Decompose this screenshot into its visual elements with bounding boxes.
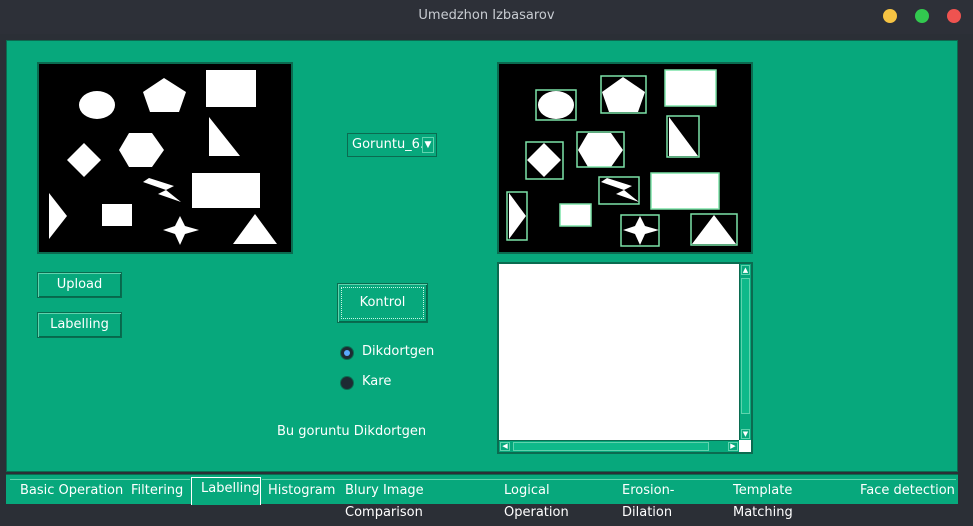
chevron-down-icon[interactable]: ▼ — [422, 137, 434, 153]
radio-kare-indicator[interactable] — [340, 376, 354, 390]
scroll-down-icon[interactable]: ▼ — [741, 429, 750, 439]
tab-face-detection[interactable]: Face detection — [852, 479, 956, 505]
radio-dikdortgen[interactable]: Dikdortgen — [340, 344, 470, 362]
labelled-image — [497, 62, 753, 254]
tab-blury-image-comparison[interactable]: Blury Image Comparison — [339, 479, 496, 520]
tab-histogram[interactable]: Histogram — [262, 479, 340, 505]
radio-kare[interactable]: Kare — [340, 374, 470, 392]
scroll-up-icon[interactable]: ▲ — [741, 265, 750, 275]
window-titlebar: Umedzhon Izbasarov — [0, 0, 973, 34]
tab-basic-operation[interactable]: Basic Operation — [10, 479, 125, 505]
horizontal-scrollbar[interactable]: ◀ ▶ — [499, 440, 739, 452]
scroll-left-icon[interactable]: ◀ — [500, 442, 510, 451]
radio-dikdortgen-label: Dikdortgen — [362, 344, 435, 359]
image-select-value: Goruntu_6. — [352, 137, 425, 152]
tab-template-matching[interactable]: Template Matching — [724, 479, 852, 520]
tab-filtering[interactable]: Filtering — [124, 479, 190, 505]
tab-bar: Basic Operation Filtering Labelling Hist… — [6, 474, 958, 520]
vertical-scroll-thumb[interactable] — [741, 278, 750, 414]
vertical-scrollbar[interactable]: ▲ ▼ — [739, 264, 751, 440]
image-select[interactable]: Goruntu_6. ▼ — [347, 133, 437, 157]
tab-logical-operation[interactable]: Logical Operation — [496, 479, 615, 520]
close-icon[interactable] — [947, 9, 961, 23]
tab-erosion-dilation[interactable]: Erosion-Dilation — [615, 479, 724, 520]
horizontal-scroll-thumb[interactable] — [513, 442, 709, 451]
labelled-shapes — [506, 69, 738, 247]
original-shapes — [49, 70, 277, 245]
upload-button[interactable]: Upload — [37, 272, 122, 298]
original-image — [37, 62, 293, 254]
radio-dikdortgen-indicator[interactable] — [340, 346, 354, 360]
window-title: Umedzhon Izbasarov — [418, 8, 555, 23]
scroll-right-icon[interactable]: ▶ — [728, 442, 738, 451]
output-textarea[interactable]: ▲ ▼ ◀ ▶ — [497, 262, 753, 454]
result-text: Bu goruntu Dikdortgen — [277, 424, 427, 439]
tab-labelling[interactable]: Labelling — [191, 477, 261, 505]
maximize-icon[interactable] — [915, 9, 929, 23]
kontrol-button[interactable]: Kontrol — [337, 283, 428, 323]
radio-kare-label: Kare — [362, 374, 392, 389]
minimize-icon[interactable] — [883, 9, 897, 23]
labelling-button[interactable]: Labelling — [37, 312, 122, 338]
